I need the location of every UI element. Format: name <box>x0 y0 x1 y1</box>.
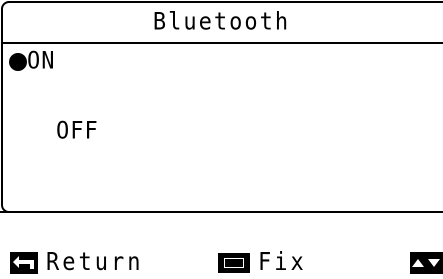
remote-controller-screen: Bluetooth ON OFF Return Fix <box>0 0 443 279</box>
return-arrow-icon <box>10 251 38 274</box>
return-label: Return <box>46 248 144 277</box>
page-title: Bluetooth <box>152 8 291 36</box>
return-button[interactable]: Return <box>10 246 143 279</box>
fix-button[interactable]: Fix <box>218 246 307 279</box>
navigate-button[interactable] <box>410 246 443 279</box>
selected-indicator-icon <box>9 53 27 71</box>
footer-divider <box>0 211 443 213</box>
fix-label: Fix <box>258 248 307 277</box>
up-down-arrow-icon <box>410 251 443 274</box>
option-off[interactable]: OFF <box>56 115 99 148</box>
rectangle-button-icon <box>218 252 250 273</box>
header-divider <box>1 42 443 44</box>
option-on[interactable]: ON <box>27 45 56 78</box>
softkey-bar: Return Fix <box>0 246 443 279</box>
